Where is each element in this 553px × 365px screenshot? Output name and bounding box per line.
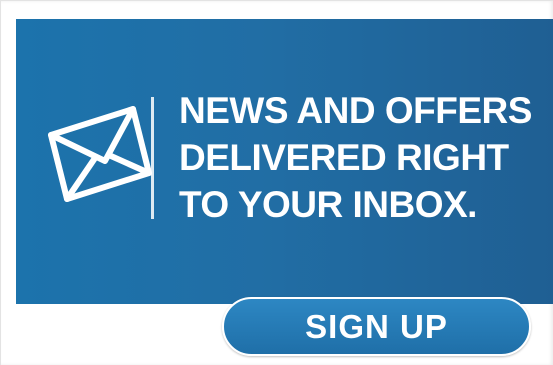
newsletter-card: NEWS AND OFFERS DELIVERED RIGHT TO YOUR … [0, 0, 553, 365]
headline: NEWS AND OFFERS DELIVERED RIGHT TO YOUR … [179, 87, 532, 228]
banner-divider [151, 97, 154, 219]
headline-line-3: TO YOUR INBOX. [179, 184, 477, 225]
envelope-icon [48, 106, 152, 202]
sign-up-button[interactable]: SIGN UP [222, 297, 531, 356]
headline-line-2: DELIVERED RIGHT [179, 137, 509, 178]
headline-line-1: NEWS AND OFFERS [179, 90, 532, 131]
